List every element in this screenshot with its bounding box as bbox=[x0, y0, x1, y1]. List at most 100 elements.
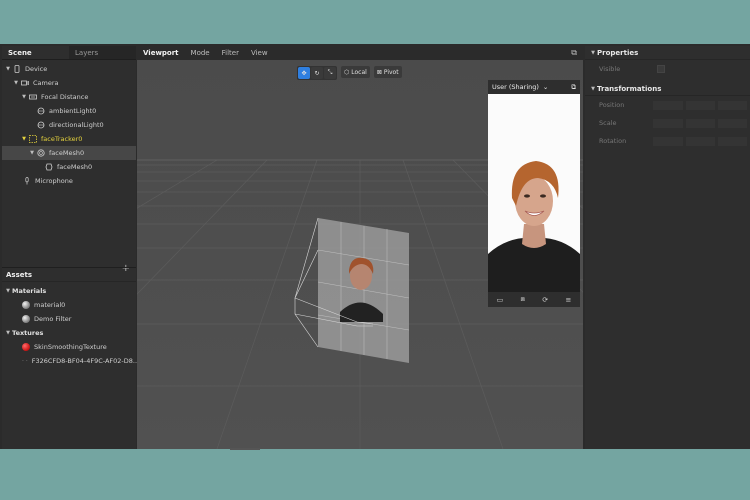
visible-label: Visible bbox=[599, 65, 621, 73]
group-label: Textures bbox=[12, 329, 44, 337]
scale-tool-button[interactable]: ⤡ bbox=[324, 67, 336, 79]
scale-x-field[interactable] bbox=[653, 118, 683, 128]
properties-title: Properties bbox=[597, 48, 639, 57]
expand-arrow-icon[interactable]: ▼ bbox=[589, 86, 597, 92]
pivot-button[interactable]: ⊠ Pivot bbox=[373, 66, 402, 78]
position-row: Position bbox=[585, 96, 750, 114]
cube-icon: ⬡ bbox=[344, 68, 350, 76]
rotation-x-field[interactable] bbox=[653, 136, 683, 146]
expand-arrow-icon[interactable]: ▼ bbox=[20, 136, 28, 142]
pivot-icon: ⊠ bbox=[376, 68, 382, 76]
chevron-down-icon[interactable]: ⌄ bbox=[543, 83, 548, 91]
viewport-canvas[interactable]: ✥ ↻ ⤡ ⬡ Local ⊠ Pivot User (Sharing) ⌄ ⧉ bbox=[137, 60, 583, 449]
camera-icon bbox=[20, 79, 30, 87]
asset-label: F326CFD8-BF04-4F9C-AF02-D8... bbox=[31, 357, 140, 365]
simulator-preview: User (Sharing) ⌄ ⧉ ▭ ⧈ ⟳ ≡ bbox=[488, 80, 580, 307]
assets-panel: Assets ▼ Materials material0 Demo Filter… bbox=[2, 267, 140, 392]
tab-layers[interactable]: Layers bbox=[69, 46, 136, 59]
viewport-menu: Viewport Mode Filter View ⧉ bbox=[137, 46, 583, 60]
expand-arrow-icon[interactable]: ▼ bbox=[28, 150, 36, 156]
scale-row: Scale bbox=[585, 114, 750, 132]
properties-panel: ▼ Properties Visible ▼ Transformations P… bbox=[585, 46, 750, 449]
tree-item-focal-distance[interactable]: ▼ Focal Distance bbox=[2, 90, 136, 104]
tree-item-camera[interactable]: ▼ Camera bbox=[2, 76, 136, 90]
transformations-title: Transformations bbox=[597, 84, 662, 93]
texture-dots-icon: · · bbox=[22, 357, 28, 365]
preview-user-select[interactable]: User (Sharing) bbox=[492, 83, 539, 91]
asset-skin-texture[interactable]: SkinSmoothingTexture bbox=[2, 340, 136, 354]
position-z-field[interactable] bbox=[717, 100, 747, 110]
visible-checkbox[interactable] bbox=[657, 65, 665, 73]
scale-y-field[interactable] bbox=[685, 118, 715, 128]
rotation-row: Rotation bbox=[585, 132, 750, 150]
asset-label: material0 bbox=[34, 301, 66, 309]
asset-label: SkinSmoothingTexture bbox=[34, 343, 107, 351]
app-window: Scene Layers ▼ Device ▼ Camera ▼ Focal D… bbox=[0, 44, 750, 449]
horizontal-scrollbar[interactable] bbox=[230, 448, 260, 450]
asset-hash-texture[interactable]: · · F326CFD8-BF04-4F9C-AF02-D8... bbox=[2, 354, 140, 368]
tab-scene[interactable]: Scene bbox=[2, 46, 69, 59]
properties-header[interactable]: ▼ Properties bbox=[585, 46, 750, 60]
local-button[interactable]: ⬡ Local bbox=[341, 66, 370, 78]
tree-label: Focal Distance bbox=[41, 93, 89, 101]
tree-label: directionalLight0 bbox=[49, 121, 104, 129]
visible-row: Visible bbox=[585, 60, 750, 78]
popout-icon[interactable]: ⧉ bbox=[571, 48, 577, 58]
viewport-panel: Viewport Mode Filter View ⧉ ✥ ↻ ⤡ ⬡ Loca… bbox=[137, 46, 583, 449]
scale-z-field[interactable] bbox=[717, 118, 747, 128]
texture-swatch-icon bbox=[22, 343, 30, 351]
material-sphere-icon bbox=[22, 301, 30, 309]
tree-item-ambient-light[interactable]: ambientLight0 bbox=[2, 104, 136, 118]
preview-header: User (Sharing) ⌄ ⧉ bbox=[488, 80, 580, 94]
mesh-icon bbox=[36, 149, 46, 157]
tree-item-device[interactable]: ▼ Device bbox=[2, 62, 136, 76]
video-camera-icon[interactable]: ▭ bbox=[497, 296, 504, 304]
rotation-z-field[interactable] bbox=[717, 136, 747, 146]
expand-arrow-icon[interactable]: ▼ bbox=[4, 330, 12, 336]
device-rotate-icon[interactable]: ⟳ bbox=[542, 296, 548, 304]
position-y-field[interactable] bbox=[685, 100, 715, 110]
expand-arrow-icon[interactable]: ▼ bbox=[12, 80, 20, 86]
focal-distance-icon bbox=[28, 93, 38, 101]
menu-mode[interactable]: Mode bbox=[185, 49, 216, 57]
menu-filter[interactable]: Filter bbox=[216, 49, 245, 57]
tab-viewport[interactable]: Viewport bbox=[137, 49, 185, 57]
position-x-field[interactable] bbox=[653, 100, 683, 110]
expand-arrow-icon[interactable]: ▼ bbox=[4, 66, 12, 72]
expand-arrow-icon[interactable]: ▼ bbox=[4, 288, 12, 294]
rotation-label: Rotation bbox=[599, 137, 627, 145]
light-icon bbox=[36, 107, 46, 115]
move-tool-button[interactable]: ✥ bbox=[298, 67, 310, 79]
asset-material0[interactable]: material0 bbox=[2, 298, 136, 312]
rotation-y-field[interactable] bbox=[685, 136, 715, 146]
local-label: Local bbox=[351, 68, 367, 76]
tree-label: Camera bbox=[33, 79, 59, 87]
tree-item-face-mesh-group[interactable]: ▼ faceMesh0 bbox=[2, 146, 136, 160]
menu-icon[interactable]: ≡ bbox=[565, 296, 571, 304]
transform-toolbar: ✥ ↻ ⤡ ⬡ Local ⊠ Pivot bbox=[297, 66, 402, 80]
popout-icon[interactable]: ⧉ bbox=[571, 83, 576, 92]
tree-label: Device bbox=[25, 65, 48, 73]
transformations-header[interactable]: ▼ Transformations bbox=[585, 82, 750, 96]
tree-item-face-mesh[interactable]: faceMesh0 bbox=[2, 160, 136, 174]
tree-item-directional-light[interactable]: directionalLight0 bbox=[2, 118, 136, 132]
tree-item-face-tracker[interactable]: ▼ faceTracker0 bbox=[2, 132, 136, 146]
rotate-tool-button[interactable]: ↻ bbox=[311, 67, 323, 79]
device-icon bbox=[12, 65, 22, 73]
position-label: Position bbox=[599, 101, 625, 109]
expand-arrow-icon[interactable]: ▼ bbox=[20, 94, 28, 100]
tree-label: faceMesh0 bbox=[49, 149, 85, 157]
tree-item-microphone[interactable]: Microphone bbox=[2, 174, 136, 188]
preview-controls: ▭ ⧈ ⟳ ≡ bbox=[488, 292, 580, 307]
face-tracker-icon bbox=[28, 135, 38, 143]
menu-view[interactable]: View bbox=[245, 49, 274, 57]
group-label: Materials bbox=[12, 287, 47, 295]
expand-arrow-icon[interactable]: ▼ bbox=[589, 50, 597, 56]
asset-label: Demo Filter bbox=[34, 315, 72, 323]
pivot-label: Pivot bbox=[383, 68, 399, 76]
screen-share-icon[interactable]: ⧈ bbox=[521, 295, 525, 304]
asset-demo-filter[interactable]: Demo Filter bbox=[2, 312, 136, 326]
left-tabs: Scene Layers bbox=[2, 46, 136, 60]
materials-group[interactable]: ▼ Materials bbox=[2, 284, 136, 298]
textures-group[interactable]: ▼ Textures bbox=[2, 326, 136, 340]
